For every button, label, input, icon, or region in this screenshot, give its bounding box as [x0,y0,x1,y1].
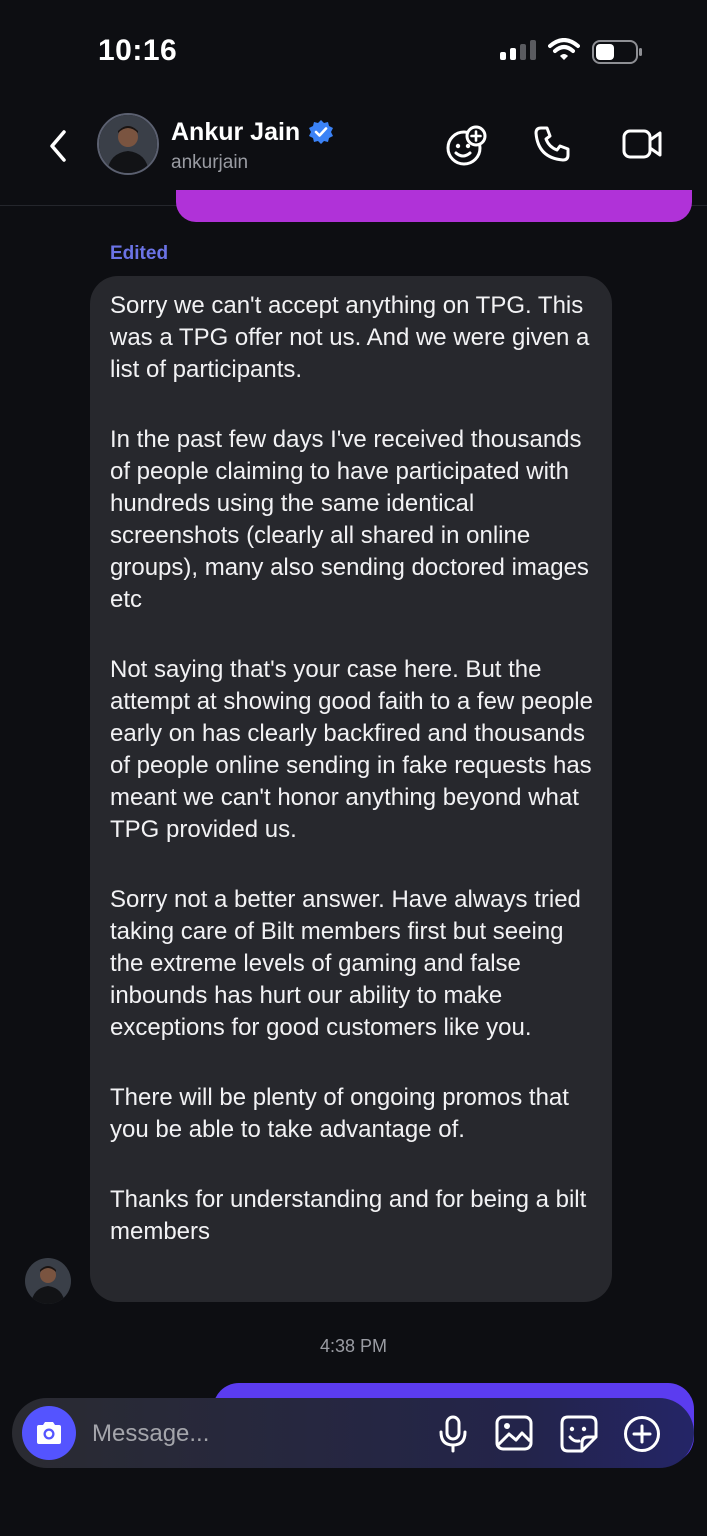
phone-icon[interactable] [532,124,572,164]
message-paragraph: Sorry not a better answer. Have always t… [110,886,581,1041]
message-composer [12,1398,694,1468]
back-chevron-icon[interactable] [42,126,76,166]
sticker-add-icon[interactable] [444,124,488,168]
sender-avatar[interactable] [25,1258,71,1304]
sent-message-bubble[interactable] [176,190,692,222]
cellular-signal-icon [500,40,536,60]
sticker-icon[interactable] [560,1415,598,1453]
image-icon[interactable] [495,1415,533,1451]
message-input[interactable] [90,1412,424,1456]
contact-handle: ankurjain [171,152,249,173]
verified-badge-icon [309,120,333,144]
message-paragraph: Thanks for understanding and for being a… [110,1186,587,1245]
wifi-icon [548,38,580,60]
message-paragraph: In the past few days I've received thous… [110,426,589,613]
plus-circle-icon[interactable] [623,1415,661,1453]
edited-label: Edited [110,243,169,264]
microphone-icon[interactable] [438,1415,468,1453]
message-paragraph: Not saying that's your case here. But th… [110,656,593,843]
message-timestamp: 4:38 PM [319,1336,388,1356]
contact-avatar[interactable] [97,113,159,175]
message-paragraph: Sorry we can't accept anything on TPG. T… [110,292,590,383]
video-camera-icon[interactable] [622,124,664,164]
received-message-bubble[interactable]: Sorry we can't accept anything on TPG. T… [90,276,612,1302]
camera-button[interactable] [22,1406,76,1460]
battery-icon [592,40,642,64]
message-paragraph: There will be plenty of ongoing promos t… [110,1084,569,1143]
contact-name[interactable]: Ankur Jain [171,118,300,147]
status-time: 10:16 [98,34,178,67]
camera-icon [37,1422,61,1444]
